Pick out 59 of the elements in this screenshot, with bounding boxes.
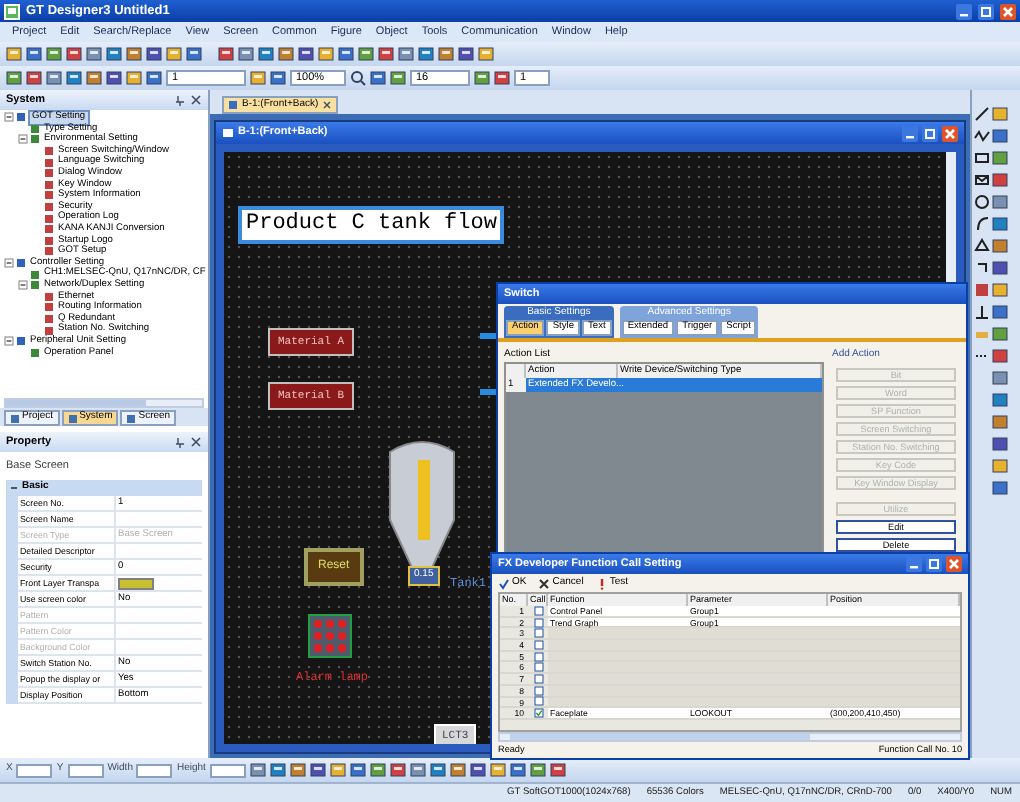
square-icon bbox=[67, 413, 78, 423]
input-field[interactable] bbox=[67, 763, 104, 777]
collapse-icon[interactable] bbox=[10, 484, 18, 492]
input-field[interactable] bbox=[209, 763, 246, 777]
pin-icon[interactable] bbox=[174, 94, 186, 106]
checkbox[interactable] bbox=[533, 605, 543, 616]
minimize-icon[interactable] bbox=[902, 125, 918, 141]
checkbox[interactable] bbox=[533, 639, 543, 650]
checkbox[interactable] bbox=[533, 673, 543, 684]
maximize-icon[interactable] bbox=[926, 556, 942, 572]
scrollbar[interactable] bbox=[498, 732, 962, 742]
triangle-icon[interactable] bbox=[974, 238, 990, 254]
screen-icon bbox=[228, 100, 238, 110]
check-icon bbox=[498, 577, 510, 589]
checkbox[interactable] bbox=[533, 628, 543, 639]
input-field[interactable] bbox=[16, 763, 53, 777]
color-swatch[interactable] bbox=[118, 577, 154, 589]
close-icon[interactable] bbox=[190, 436, 202, 448]
square-icon bbox=[10, 413, 20, 423]
square-icon bbox=[16, 112, 26, 123]
screen-icon bbox=[222, 128, 234, 138]
minimize-icon[interactable] bbox=[956, 3, 972, 19]
zoom-icon[interactable] bbox=[350, 70, 366, 86]
line-icon[interactable] bbox=[974, 106, 990, 122]
square-icon bbox=[30, 347, 40, 358]
checkbox[interactable] bbox=[533, 662, 543, 673]
square-icon bbox=[126, 413, 137, 423]
input-field[interactable] bbox=[136, 763, 173, 777]
collapse-icon[interactable] bbox=[4, 258, 14, 269]
title-text: Product C tank flow bbox=[238, 206, 505, 244]
cross-icon bbox=[538, 577, 551, 589]
checkbox[interactable] bbox=[533, 617, 543, 628]
square-icon bbox=[16, 336, 26, 347]
corner-icon[interactable] bbox=[974, 260, 990, 276]
maximize-icon[interactable] bbox=[978, 3, 994, 19]
restore-icon[interactable] bbox=[922, 125, 938, 141]
arc-icon[interactable] bbox=[974, 216, 990, 232]
minimize-icon[interactable] bbox=[906, 556, 922, 572]
collapse-icon[interactable] bbox=[4, 336, 14, 347]
close-icon[interactable] bbox=[322, 100, 333, 110]
exclamation-icon bbox=[595, 577, 608, 589]
circle-icon[interactable] bbox=[974, 194, 990, 210]
app-icon bbox=[4, 3, 20, 19]
zigzag-icon[interactable] bbox=[974, 128, 990, 144]
collapse-icon[interactable] bbox=[18, 280, 28, 291]
collapse-icon[interactable] bbox=[4, 112, 14, 123]
checkbox[interactable] bbox=[533, 685, 543, 696]
rectangle-icon[interactable] bbox=[974, 150, 990, 166]
collapse-icon[interactable] bbox=[18, 134, 28, 145]
envelope-icon[interactable] bbox=[974, 172, 990, 188]
close-icon[interactable] bbox=[190, 94, 202, 106]
pin-icon[interactable] bbox=[174, 436, 186, 448]
checkbox[interactable] bbox=[533, 696, 543, 707]
alarm-lamp bbox=[308, 614, 352, 658]
checkbox[interactable] bbox=[533, 708, 543, 719]
scale-icon[interactable] bbox=[974, 304, 990, 320]
square-icon bbox=[16, 258, 26, 269]
fill-icon[interactable] bbox=[974, 282, 990, 298]
checkbox[interactable] bbox=[533, 651, 543, 662]
